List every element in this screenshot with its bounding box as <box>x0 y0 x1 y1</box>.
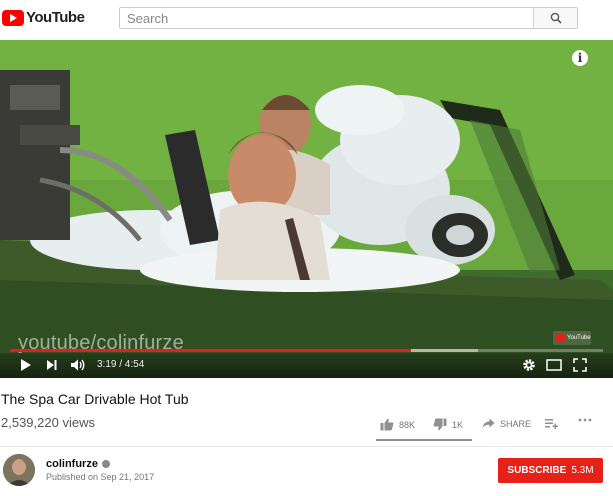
like-sentiment-bar <box>376 439 472 441</box>
verified-icon <box>101 460 110 468</box>
share-button[interactable]: SHARE <box>482 418 531 429</box>
thumbs-up-icon <box>380 418 394 431</box>
fullscreen-icon[interactable] <box>573 358 587 372</box>
youtube-logo[interactable]: YouTube <box>2 9 85 26</box>
next-icon[interactable] <box>46 358 58 372</box>
search-input[interactable] <box>120 8 533 28</box>
miniplayer-icon[interactable] <box>546 358 562 372</box>
settings-icon[interactable] <box>522 358 536 372</box>
channel-name[interactable]: colinfurze <box>46 458 98 470</box>
more-actions-button[interactable] <box>578 418 592 422</box>
like-count: 88K <box>399 419 416 430</box>
dislike-button[interactable]: 1K <box>433 418 463 431</box>
channel-avatar[interactable] <box>3 454 35 486</box>
search-icon <box>550 12 562 24</box>
subscribe-label: SUBSCRIBE <box>507 465 567 476</box>
time-display: 3:19 / 4:54 <box>97 359 145 370</box>
add-to-playlist-icon <box>545 419 558 429</box>
player-controls: 3:19 / 4:54 <box>0 353 613 378</box>
view-count: 2,539,220 views <box>1 415 95 430</box>
thumbs-down-icon <box>433 418 447 431</box>
youtube-logo-icon <box>2 9 24 26</box>
share-label: SHARE <box>500 418 532 429</box>
played-bar <box>10 349 412 352</box>
video-frame[interactable] <box>0 40 613 378</box>
share-icon <box>482 418 495 428</box>
badge-text: YouTube <box>567 335 591 341</box>
dislike-count: 1K <box>452 419 464 430</box>
publish-date: Published on Sep 21, 2017 <box>46 472 155 482</box>
play-icon[interactable] <box>20 358 32 372</box>
info-icon[interactable]: i <box>572 50 588 66</box>
subscribe-button[interactable]: SUBSCRIBE 5.3M <box>498 458 603 483</box>
channel-name-row[interactable]: colinfurze <box>46 458 110 470</box>
video-title: The Spa Car Drivable Hot Tub <box>1 391 189 407</box>
avatar-image <box>3 454 35 486</box>
top-bar: YouTube <box>0 0 613 36</box>
subscriber-count: 5.3M <box>571 465 594 476</box>
youtube-badge-icon <box>555 334 565 342</box>
progress-bar[interactable] <box>10 349 603 352</box>
like-button[interactable]: 88K <box>380 418 415 431</box>
video-player[interactable]: youtube/colinfurze i YouTube 3:19 / 4:54 <box>0 40 613 378</box>
logo-text: YouTube <box>26 9 85 26</box>
more-icon <box>578 418 592 422</box>
youtube-watermark-badge[interactable]: YouTube <box>553 331 591 345</box>
volume-icon[interactable] <box>70 358 86 372</box>
add-to-playlist-button[interactable] <box>545 418 558 429</box>
search-box <box>119 7 578 29</box>
divider <box>0 446 613 447</box>
search-button[interactable] <box>533 8 577 28</box>
